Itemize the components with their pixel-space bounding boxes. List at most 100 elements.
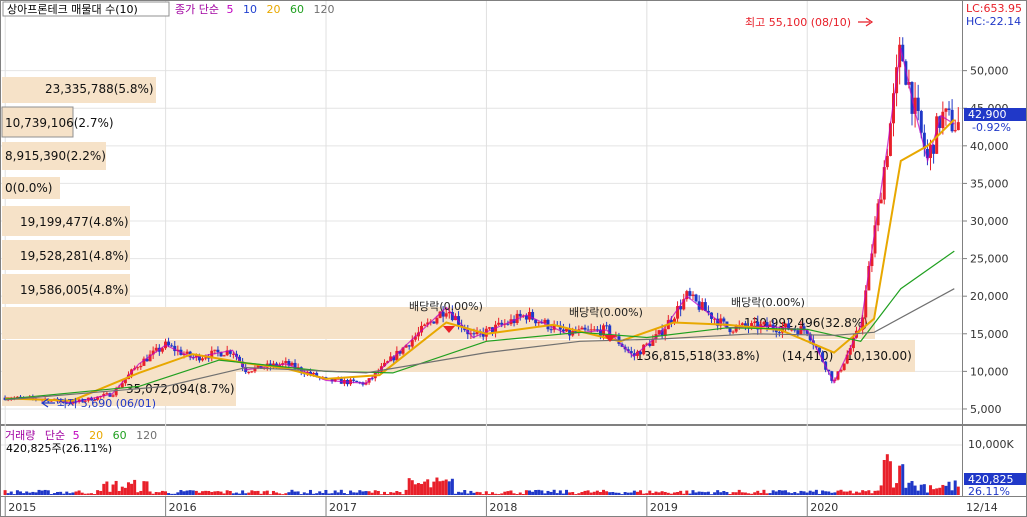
volume-bar (117, 490, 121, 495)
volume-bar (851, 493, 855, 495)
vma-5: 5 (73, 429, 80, 442)
vma-20: 20 (89, 429, 103, 442)
volume-bar (173, 493, 177, 495)
volume-bar (611, 492, 615, 495)
volume-bar (484, 491, 488, 495)
volume-bar (811, 491, 815, 495)
volume-bar (676, 492, 680, 495)
volume-bar (453, 493, 457, 495)
volume-bar (586, 490, 590, 495)
volume-bar (182, 491, 186, 495)
volume-bar (210, 491, 214, 495)
volume-bar (867, 490, 871, 495)
volume-bar (364, 491, 368, 495)
volume-bar (62, 493, 66, 495)
volume-bar (750, 493, 754, 495)
volume-bar (651, 493, 655, 495)
candle-body (284, 361, 288, 364)
volume-profile-label: 8,915,390(2.2%) (5, 149, 106, 163)
volume-bar (386, 494, 390, 495)
volume-bar (790, 493, 794, 495)
volume-bar (901, 464, 905, 495)
volume-bar (669, 493, 673, 495)
volume-bar (123, 487, 127, 495)
volume-bar (234, 492, 238, 495)
price-axis-label: 15,000 (970, 328, 1009, 341)
volume-bar (737, 489, 741, 495)
candle-body (497, 322, 501, 325)
volume-axis-tick: 10,000K (968, 438, 1014, 451)
candle-body (432, 321, 436, 324)
volume-bar (956, 486, 960, 495)
volume-bar (312, 493, 316, 495)
volume-bar (43, 489, 47, 495)
current-price: 42,900 (968, 108, 1007, 121)
volume-bar (848, 490, 852, 495)
volume-bar (299, 494, 303, 495)
volume-bar (938, 487, 942, 495)
x-axis-label: 2020 (810, 501, 838, 514)
volume-bar (824, 491, 828, 495)
candle-body (777, 332, 781, 334)
volume-bar (891, 487, 895, 495)
volume-bar (93, 494, 97, 495)
volume-bar (885, 454, 889, 495)
volume-bar (349, 490, 353, 495)
volume-bar (509, 490, 513, 495)
volume-bar (213, 491, 217, 495)
volume-bar (632, 490, 636, 495)
volume-bar (490, 492, 494, 495)
volume-bar (796, 493, 800, 495)
volume-bar (410, 480, 414, 495)
volume-profile-label: 19,586,005(4.8%) (20, 283, 129, 297)
volume-bar (555, 493, 559, 495)
volume-bar (842, 491, 846, 495)
volume-bar (89, 493, 93, 495)
volume-bar (398, 492, 402, 495)
volume-bar (308, 489, 312, 495)
volume-bar (845, 491, 849, 495)
volume-bar (645, 493, 649, 495)
candle-body (762, 322, 766, 325)
volume-bar (281, 494, 285, 495)
volume-bar (423, 481, 427, 495)
volume-bar (339, 489, 343, 495)
volume-bar (253, 491, 257, 495)
volume-profile-label: 136,815,518(33.8%) (636, 349, 760, 363)
volume-bar (660, 491, 664, 495)
volume-bar (722, 491, 726, 495)
volume-bar (225, 490, 229, 495)
volume-bar (429, 487, 433, 495)
candle-body (423, 324, 427, 326)
volume-bar (583, 490, 587, 495)
volume-bar (133, 479, 137, 495)
volume-bar (435, 477, 439, 495)
volume-bar (392, 492, 396, 495)
candle-body (139, 365, 143, 368)
volume-bar (256, 490, 260, 495)
volume-bar (577, 493, 581, 495)
volume-bar (290, 489, 294, 495)
candle-body (688, 291, 692, 296)
volume-bar (858, 492, 862, 495)
volume-bar (953, 480, 957, 495)
price-axis-label: 30,000 (970, 215, 1009, 228)
volume-bar (96, 490, 100, 495)
candle-body (222, 355, 226, 357)
volume-bar (416, 483, 420, 495)
volume-bar (861, 490, 865, 495)
chart-title[interactable]: 상아프론테크 매물대 수(10) (7, 3, 138, 16)
volume-bar (500, 493, 504, 495)
volume-bar (922, 484, 926, 495)
vma-60: 60 (113, 429, 127, 442)
volume-bar (222, 493, 226, 495)
volume-bar (882, 459, 886, 495)
candle-body (956, 122, 960, 131)
volume-bar (111, 484, 115, 495)
max-label: 최고 55,100 (08/10) (745, 16, 851, 29)
volume-bar (836, 490, 840, 495)
x-axis-label: 12/14 (966, 501, 998, 514)
volume-bar (401, 494, 405, 495)
volume-bar (672, 492, 676, 495)
candle-body (167, 341, 171, 346)
